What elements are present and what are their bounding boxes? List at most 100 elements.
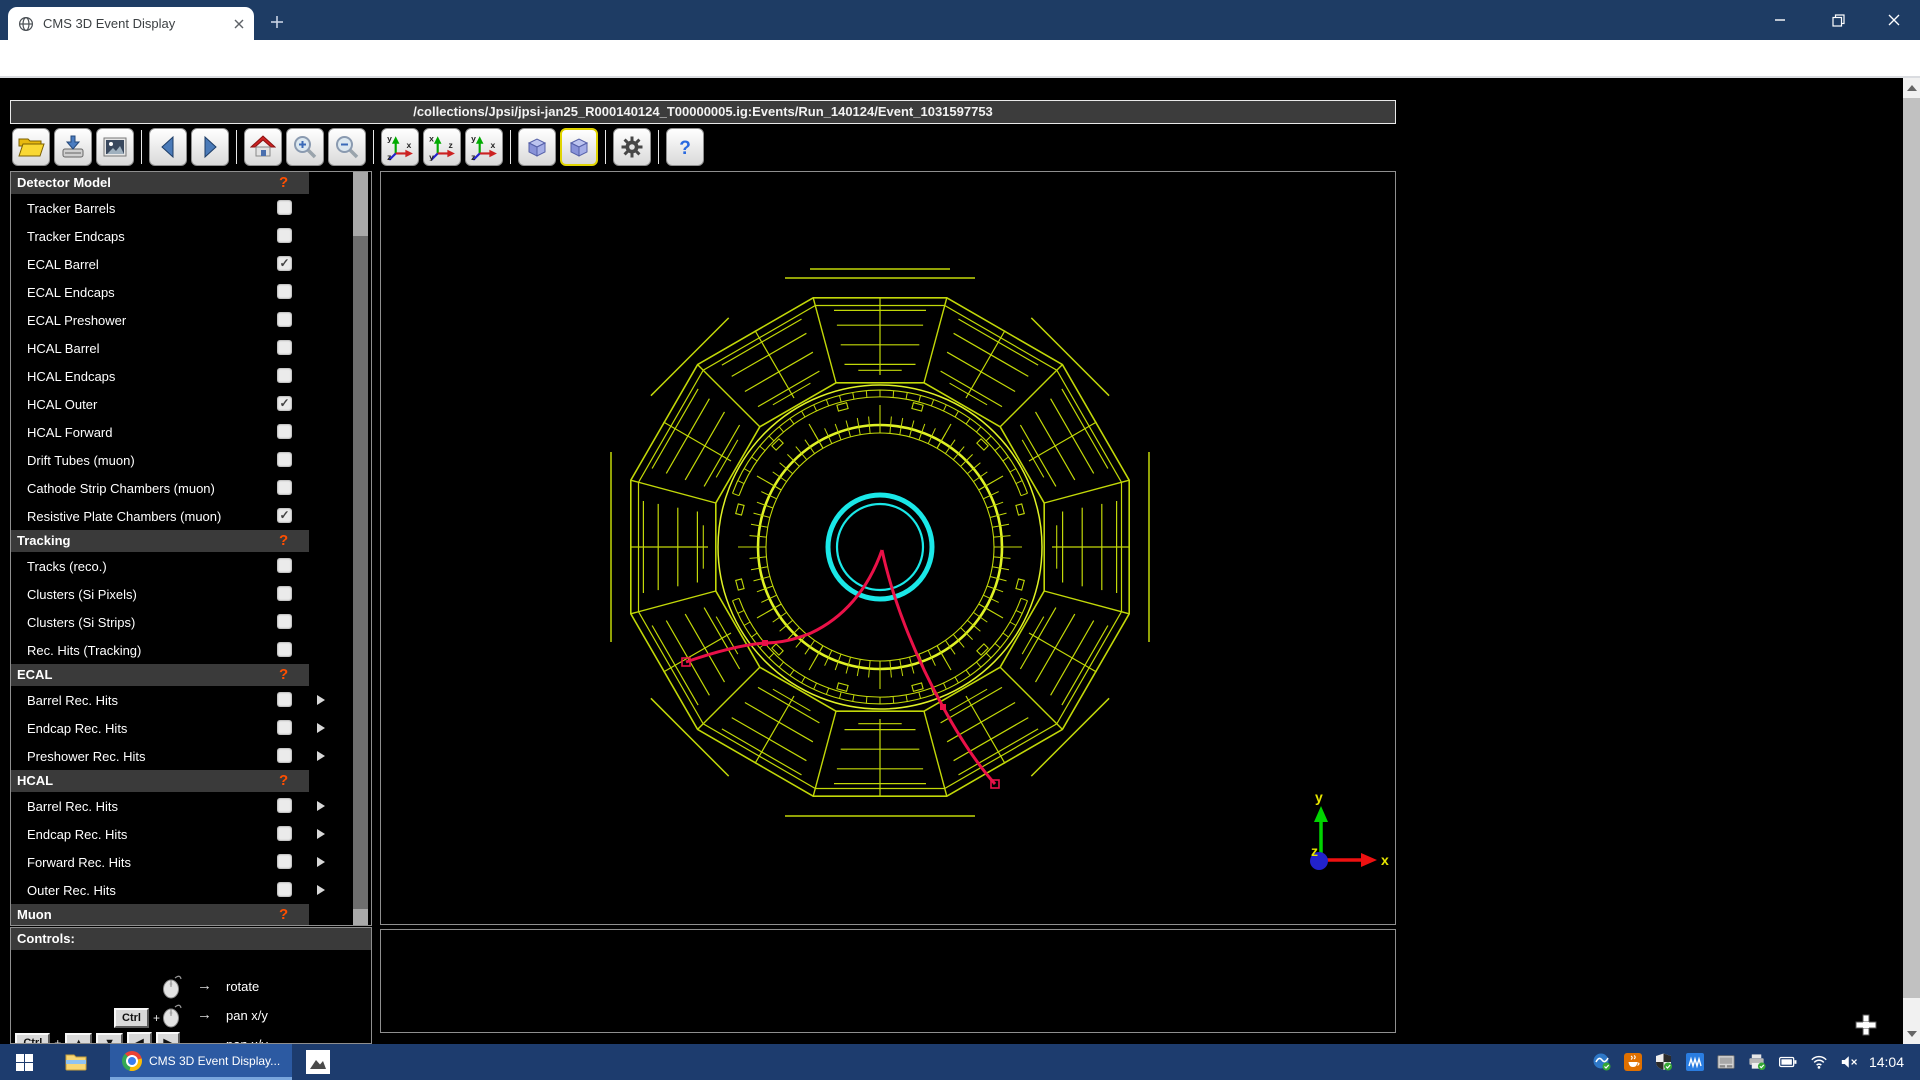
sync-app-tray-button[interactable] [1593,1053,1611,1071]
home-view-button[interactable] [244,128,282,166]
axis-view-xz-button[interactable]: xzy [423,128,461,166]
java-tray-button[interactable] [1624,1053,1642,1071]
open-event-file-button[interactable] [12,128,50,166]
next-event-icon [197,134,223,160]
checkbox[interactable] [277,882,292,897]
volume-muted-tray-button[interactable] [1841,1053,1859,1071]
key-cap: ◀ [127,1032,151,1044]
checkbox[interactable] [277,748,292,763]
section-help-icon[interactable]: ? [279,174,288,191]
touchpad-tray-button[interactable] [1717,1053,1735,1071]
export-image-button[interactable] [96,128,134,166]
detector-event-render[interactable]: yxz [381,172,1395,924]
sidebar-item: ECAL Barrel✓ [11,250,371,278]
expand-arrow-icon[interactable] [317,723,325,733]
perspective-view-button[interactable] [518,128,556,166]
defender-tray-button[interactable] [1655,1053,1673,1071]
checkbox[interactable] [277,558,292,573]
active-task-button[interactable]: CMS 3D Event Display... [110,1044,292,1080]
axis-view-yx-button[interactable]: yxz [381,128,419,166]
expand-arrow-icon[interactable] [317,885,325,895]
photos-app-button[interactable] [298,1044,338,1080]
restore-button[interactable] [1812,0,1864,40]
key-cap: ▲ [65,1033,92,1045]
checkbox[interactable]: ✓ [277,396,292,411]
zoom-out-button[interactable] [328,128,366,166]
section-help-icon[interactable]: ? [279,906,288,923]
file-explorer-button[interactable] [56,1044,96,1080]
start-button[interactable] [0,1044,48,1080]
expand-arrow-icon[interactable] [317,801,325,811]
checkbox[interactable] [277,692,292,707]
toolbar-group-separator [373,130,374,164]
minimize-button[interactable] [1754,0,1806,40]
checkbox[interactable] [277,642,292,657]
section-help-icon[interactable]: ? [279,666,288,683]
wifi-tray-button[interactable] [1810,1053,1828,1071]
orthographic-view-button[interactable] [560,128,598,166]
sidebar-scrollbar-thumb[interactable] [353,172,368,236]
sidebar-item: HCAL Outer✓ [11,390,371,418]
help-button[interactable]: ? [666,128,704,166]
checkbox[interactable]: ✓ [277,256,292,271]
page-scrollbar-thumb[interactable] [1903,98,1920,998]
expand-arrow-icon[interactable] [317,695,325,705]
waves-audio-icon [1686,1053,1704,1071]
expand-arrow-icon[interactable] [317,829,325,839]
scroll-down-icon[interactable] [1907,1031,1917,1037]
controls-row: Ctrl+▲▼◀▶→pan x/y [11,1032,371,1044]
checkbox[interactable] [277,798,292,813]
toolbar-group-separator [510,130,511,164]
section-help-icon[interactable]: ? [279,772,288,789]
checkbox[interactable] [277,480,292,495]
settings-button[interactable] [613,128,651,166]
checkbox[interactable] [277,368,292,383]
scroll-up-icon[interactable] [1907,85,1917,91]
expand-arrow-icon[interactable] [317,857,325,867]
sidebar-item-label: Barrel Rec. Hits [27,799,118,814]
printer-tray-button[interactable] [1748,1053,1766,1071]
checkbox[interactable] [277,284,292,299]
expand-arrow-icon[interactable] [317,751,325,761]
sidebar-scrollbar-bottom[interactable] [353,909,368,925]
plus-cursor-icon[interactable] [1853,1012,1879,1038]
sidebar-item: Rec. Hits (Tracking) [11,636,371,664]
checkbox[interactable] [277,200,292,215]
section-title: ECAL [17,667,52,682]
checkbox[interactable] [277,228,292,243]
checkbox[interactable] [277,720,292,735]
previous-event-button[interactable] [149,128,187,166]
checkbox[interactable] [277,452,292,467]
sidebar-item-label: Preshower Rec. Hits [27,749,145,764]
close-button[interactable] [1868,0,1920,40]
clock-button[interactable]: 14:04 [1859,1044,1920,1080]
axis-view-yx-icon: yxz [386,133,414,161]
sidebar-item: Clusters (Si Pixels) [11,580,371,608]
browser-tab[interactable]: CMS 3D Event Display [8,7,254,40]
checkbox[interactable] [277,340,292,355]
new-tab-button[interactable] [262,9,292,35]
checkbox[interactable] [277,586,292,601]
axis-view-yz-button[interactable]: yxz [465,128,503,166]
page-scrollbar[interactable] [1903,78,1920,1044]
checkbox[interactable]: ✓ [277,508,292,523]
checkbox[interactable] [277,826,292,841]
next-event-button[interactable] [191,128,229,166]
tab-close-icon[interactable] [234,19,244,29]
zoom-in-button[interactable] [286,128,324,166]
checkbox[interactable] [277,424,292,439]
section-header: HCAL? [11,770,309,792]
event-3d-viewport[interactable]: yxz [380,171,1396,925]
checkbox[interactable] [277,312,292,327]
section-help-icon[interactable]: ? [279,532,288,549]
checkbox[interactable] [277,854,292,869]
sidebar-item: ECAL Preshower [11,306,371,334]
battery-tray-button[interactable] [1779,1053,1797,1071]
printer-icon [1748,1053,1766,1071]
sidebar-scrollbar[interactable] [353,172,368,925]
plus-icon [270,15,284,29]
save-event-button[interactable] [54,128,92,166]
checkbox[interactable] [277,614,292,629]
minimize-icon [1774,14,1786,26]
waves-audio-tray-button[interactable] [1686,1053,1704,1071]
